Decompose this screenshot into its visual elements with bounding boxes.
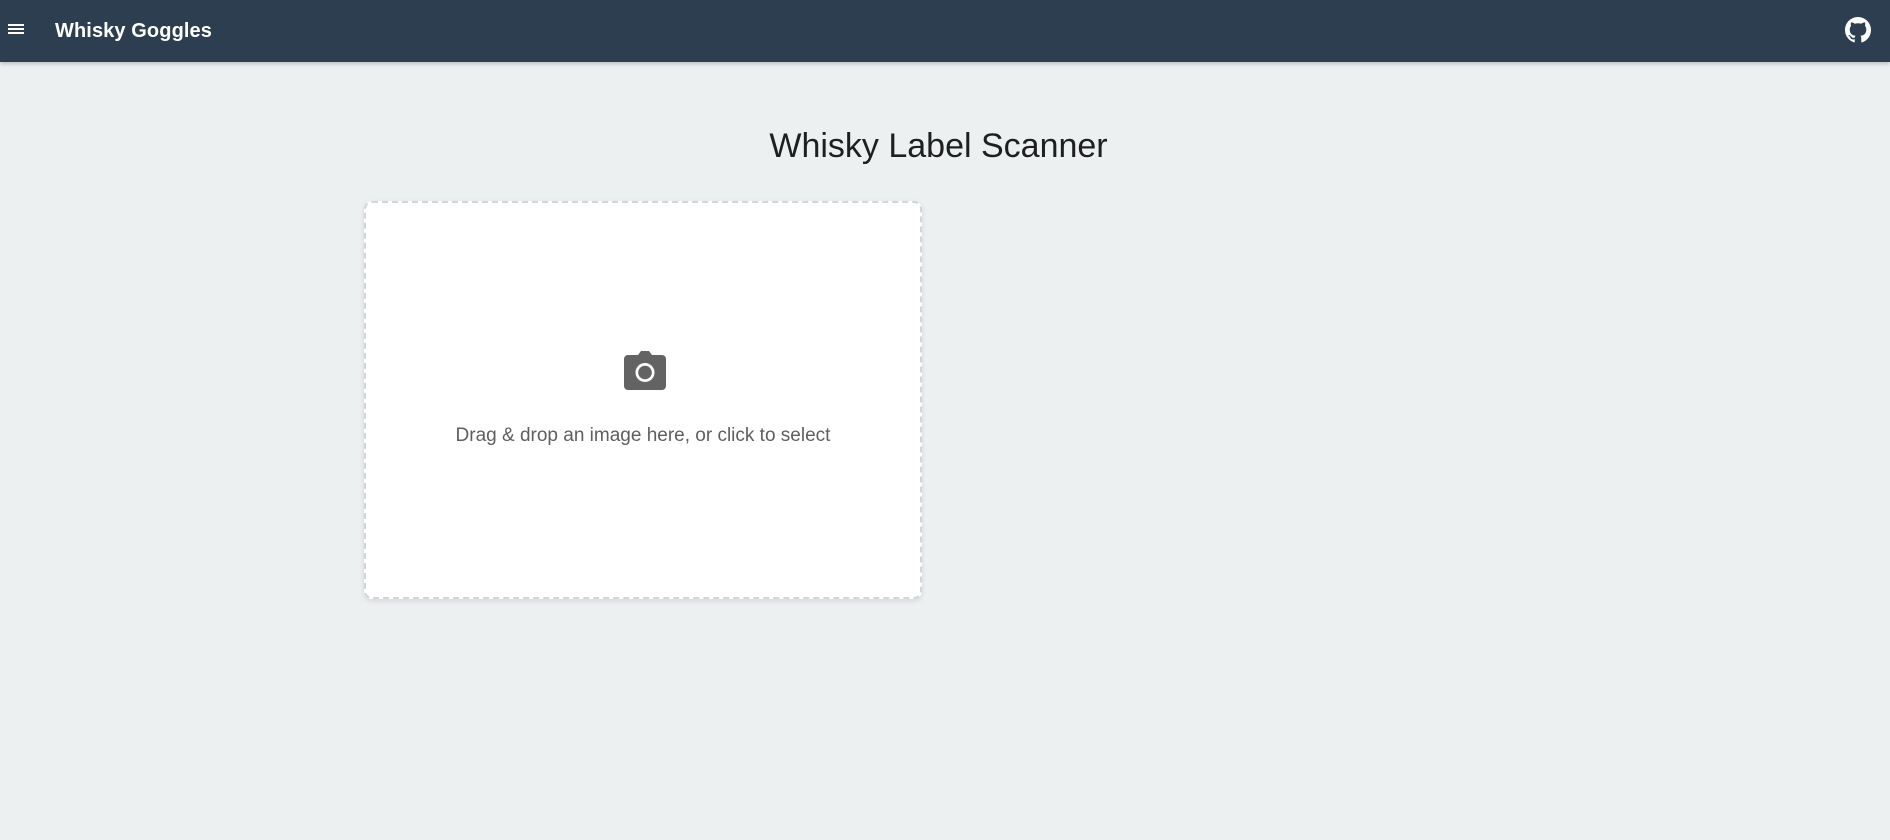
menu-icon: [3, 17, 27, 41]
github-icon: [1845, 17, 1871, 43]
app-bar: Whisky Goggles: [0, 0, 1890, 62]
image-dropzone[interactable]: Drag & drop an image here, or click to s…: [364, 201, 922, 599]
camera-icon: [623, 351, 667, 391]
menu-button[interactable]: [3, 17, 27, 41]
app-title: Whisky Goggles: [55, 20, 212, 42]
dropzone-hint: Drag & drop an image here, or click to s…: [455, 425, 831, 446]
page-title: Whisky Label Scanner: [769, 127, 1108, 165]
github-link[interactable]: [1845, 17, 1871, 43]
